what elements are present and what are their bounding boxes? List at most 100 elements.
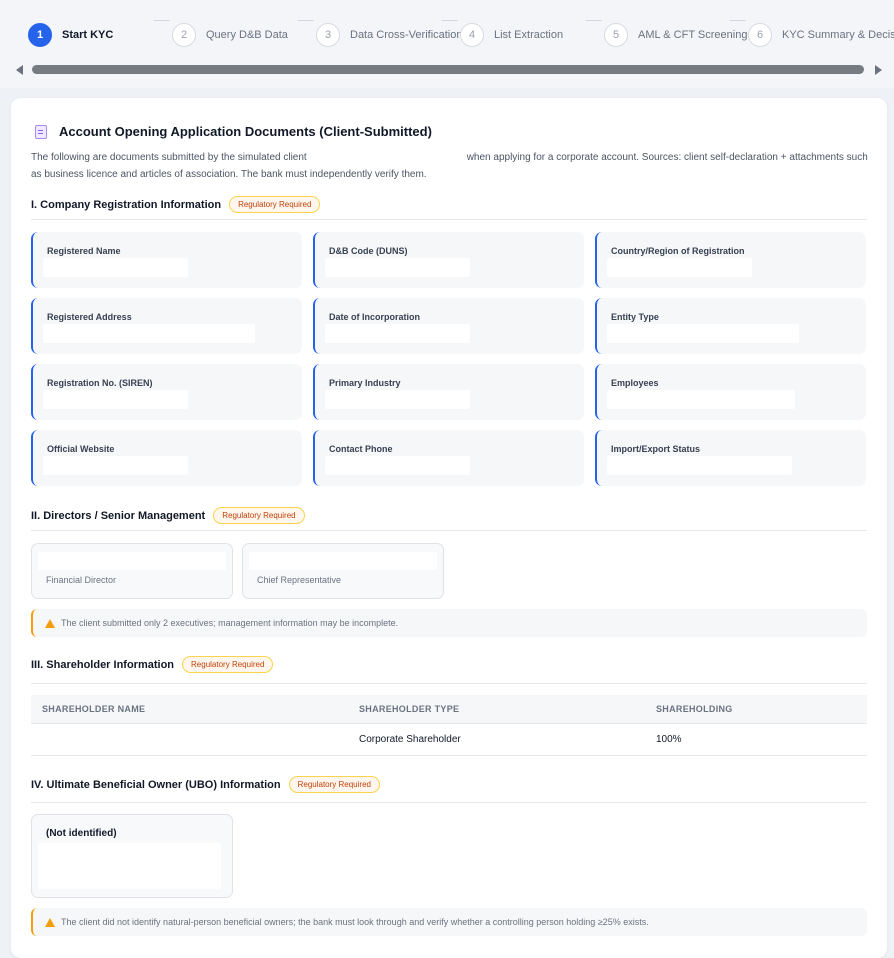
section-company-registration: I. Company Registration Information Regu… [31,196,321,213]
field-value [325,258,470,277]
regulatory-required-badge: Regulatory Required [229,196,321,213]
director-name [249,552,437,570]
field-import-export-status: Import/Export Status [595,430,866,486]
shareholder-table: SHAREHOLDER NAME SHAREHOLDER TYPE SHAREH… [31,695,867,756]
field-official-website: Official Website [31,430,302,486]
field-value [607,258,752,277]
section-title: III. Shareholder Information [31,658,175,671]
field-label: Entity Type [611,312,659,322]
warning-icon [45,917,55,927]
section-divider [31,530,867,531]
step-connector [586,20,602,21]
director-card: Financial Director [31,543,233,599]
field-registered-name: Registered Name [31,232,302,288]
documents-card: Account Opening Application Documents (C… [11,98,887,958]
field-label: Registered Address [47,312,132,322]
document-header: Account Opening Application Documents (C… [35,124,432,139]
step-label: AML & CFT Screening [638,29,748,41]
field-label: Contact Phone [329,444,393,454]
field-label: Date of Incorporation [329,312,421,322]
field-value [607,390,795,409]
field-value [325,324,470,343]
step-label: List Extraction [494,29,564,41]
column-header: SHAREHOLDER TYPE [348,695,645,724]
field-contact-phone: Contact Phone [313,430,584,486]
step-kyc-summary[interactable]: 6 KYC Summary & Decision [748,22,894,48]
step-number: 2 [172,23,196,47]
field-country-of-registration: Country/Region of Registration [595,232,866,288]
director-name [38,552,226,570]
field-label: Registration No. (SIREN) [47,378,153,388]
section-directors: II. Directors / Senior Management Regula… [31,507,305,524]
regulatory-required-badge: Regulatory Required [288,776,380,793]
step-connector [298,20,314,21]
director-card: Chief Representative [242,543,444,599]
shareholder-type-cell: Corporate Shareholder [348,723,645,756]
field-value [43,324,255,343]
field-label: D&B Code (DUNS) [329,246,408,256]
table-header-row: SHAREHOLDER NAME SHAREHOLDER TYPE SHAREH… [31,695,867,724]
field-label: Country/Region of Registration [611,246,745,256]
director-role: Chief Representative [257,575,342,585]
step-list-extraction[interactable]: 4 List Extraction [460,22,563,48]
step-connector [442,20,458,21]
step-number: 6 [748,23,772,47]
section-ubo: IV. Ultimate Beneficial Owner (UBO) Info… [31,776,380,793]
step-number: 3 [316,23,340,47]
field-label: Import/Export Status [611,444,701,454]
field-registered-address: Registered Address [31,298,302,354]
step-number: 5 [604,23,628,47]
field-value [325,456,470,475]
warning-icon [45,618,55,628]
shareholding-cell: 100% [645,723,867,756]
step-label: Start KYC [62,29,114,41]
field-label: Employees [611,378,659,388]
horizontal-scrollbar[interactable] [12,63,884,77]
management-incomplete-alert: The client submitted only 2 executives; … [31,609,867,637]
document-intro: The following are documents submitted by… [31,149,871,183]
field-value [607,456,792,475]
section-divider [31,683,867,684]
table-row: Corporate Shareholder 100% [31,723,867,756]
step-number: 4 [460,23,484,47]
field-label: Official Website [47,444,115,454]
scroll-left-arrow-icon[interactable] [16,65,23,75]
ubo-not-identified-alert: The client did not identify natural-pers… [31,908,867,936]
scrollbar-thumb[interactable] [32,65,864,74]
ubo-details [38,843,221,889]
step-cross-verification[interactable]: 3 Data Cross-Verification [316,22,463,48]
column-header: SHAREHOLDER NAME [31,695,348,724]
step-start-kyc[interactable]: 1 Start KYC [28,22,113,48]
field-duns: D&B Code (DUNS) [313,232,584,288]
field-value [325,390,470,409]
intro-text-part1: The following are documents submitted by… [31,152,307,163]
field-date-of-incorporation: Date of Incorporation [313,298,584,354]
scroll-right-arrow-icon[interactable] [875,65,882,75]
step-query-dnb[interactable]: 2 Query D&B Data [172,22,288,48]
alert-text: The client submitted only 2 executives; … [61,618,399,628]
regulatory-required-badge: Regulatory Required [182,656,274,673]
alert-text: The client did not identify natural-pers… [61,917,649,927]
column-header: SHAREHOLDING [645,695,867,724]
section-divider [31,219,867,220]
step-connector [730,20,746,21]
shareholder-name-cell [31,723,348,756]
document-icon [35,124,47,139]
section-title: IV. Ultimate Beneficial Owner (UBO) Info… [31,778,281,791]
ubo-card: (Not identified) [31,814,233,898]
step-label: Data Cross-Verification [350,29,463,41]
field-entity-type: Entity Type [595,298,866,354]
step-aml-cft-screening[interactable]: 5 AML & CFT Screening [604,22,747,48]
step-connector [154,20,170,21]
director-role: Financial Director [46,575,117,585]
field-registration-number: Registration No. (SIREN) [31,364,302,420]
field-value [43,258,188,277]
step-number: 1 [28,23,52,47]
field-value [43,390,188,409]
section-title: II. Directors / Senior Management [31,509,206,522]
kyc-stepper: 1 Start KYC 2 Query D&B Data 3 Data Cros… [0,0,894,88]
step-label: KYC Summary & Decision [782,29,894,41]
field-primary-industry: Primary Industry [313,364,584,420]
section-divider [31,802,867,803]
section-title: I. Company Registration Information [31,198,222,211]
